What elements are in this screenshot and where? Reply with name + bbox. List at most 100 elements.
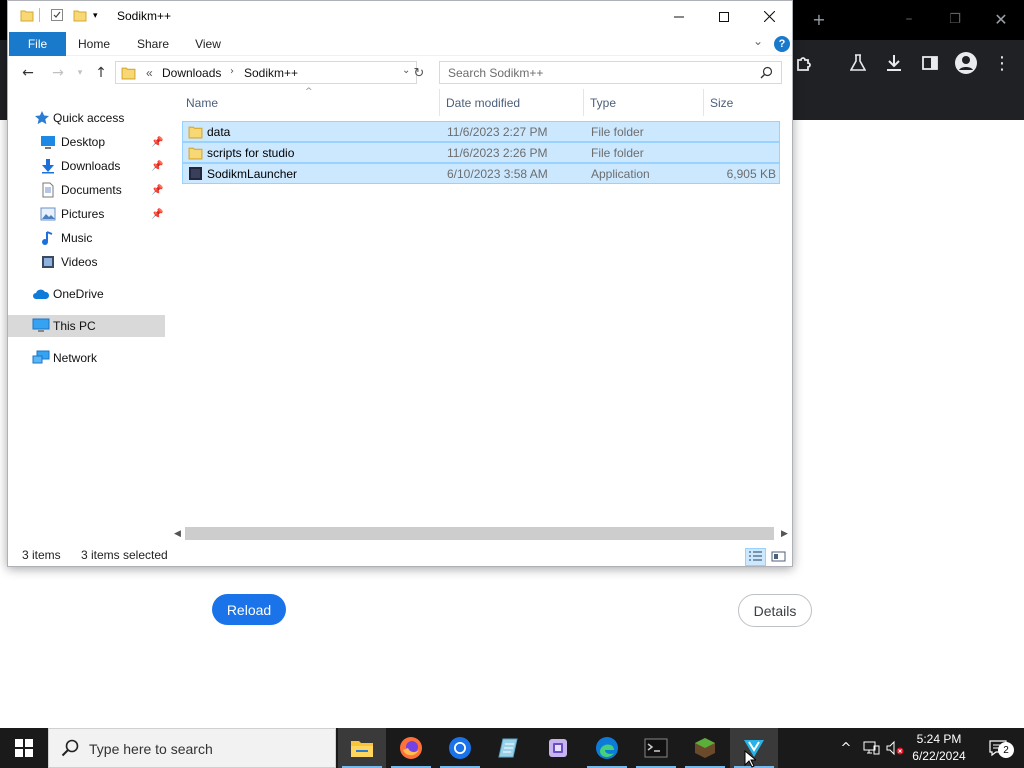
- scroll-right-arrow-icon[interactable]: ▶: [777, 525, 792, 542]
- nav-item-downloads[interactable]: Downloads 📌: [8, 155, 165, 177]
- forward-arrow-icon[interactable]: →: [48, 63, 68, 83]
- taskbar-clock[interactable]: 5:24 PM 6/22/2024: [904, 731, 974, 765]
- nav-label: Music: [61, 231, 93, 245]
- horizontal-scrollbar[interactable]: ◀ ▶: [170, 525, 792, 542]
- purple-app-icon[interactable]: [534, 728, 582, 768]
- file-date: 11/6/2023 2:27 PM: [447, 125, 548, 139]
- new-folder-icon[interactable]: [73, 8, 87, 22]
- browser-minimize-button[interactable]: –: [894, 6, 924, 32]
- browser-close-button[interactable]: ✕: [986, 6, 1016, 32]
- column-header-name[interactable]: Name: [186, 89, 218, 116]
- notes-icon[interactable]: [485, 728, 533, 768]
- status-bar: 3 items 3 items selected: [8, 543, 792, 566]
- column-divider[interactable]: [583, 89, 584, 116]
- file-row-scripts-for-studio[interactable]: scripts for studio 11/6/2023 2:26 PM Fil…: [182, 142, 780, 163]
- pin-icon[interactable]: 📌: [151, 209, 163, 220]
- new-tab-button[interactable]: +: [808, 8, 830, 30]
- title-bar: ▾ Sodikm++: [8, 1, 792, 32]
- customize-toolbar-chevron-icon[interactable]: ▾: [93, 11, 107, 25]
- terminal-icon[interactable]: [632, 728, 680, 768]
- file-name: data: [207, 125, 231, 139]
- nav-item-this-pc[interactable]: This PC: [8, 315, 165, 337]
- nav-item-documents[interactable]: Documents 📌: [8, 179, 165, 201]
- scrollbar-thumb[interactable]: [185, 527, 774, 540]
- nav-item-quick-access[interactable]: Quick access: [8, 107, 165, 129]
- address-overflow[interactable]: «: [146, 66, 153, 80]
- network-tray-icon[interactable]: [860, 728, 882, 768]
- tab-file[interactable]: File: [9, 32, 66, 56]
- nav-item-desktop[interactable]: Desktop 📌: [8, 131, 165, 153]
- file-explorer-window: ▾ Sodikm++ File Home Share View ⌄ ? ← → …: [7, 0, 793, 567]
- notification-center-icon[interactable]: 2: [978, 728, 1018, 768]
- browser-menu-icon[interactable]: ⋮: [991, 52, 1013, 74]
- volume-muted-icon[interactable]: [884, 728, 906, 768]
- tab-home[interactable]: Home: [71, 32, 117, 56]
- up-arrow-icon[interactable]: ↑: [91, 63, 111, 83]
- recent-locations-chevron-icon[interactable]: ▾: [70, 63, 90, 83]
- nav-item-videos[interactable]: Videos: [8, 251, 165, 273]
- file-date: 11/6/2023 2:26 PM: [447, 146, 548, 160]
- chrome-icon[interactable]: [436, 728, 484, 768]
- file-row-data[interactable]: data 11/6/2023 2:27 PM File folder: [182, 121, 780, 142]
- music-note-icon: [40, 230, 56, 246]
- nav-label: Desktop: [61, 135, 106, 149]
- file-size: 6,905 KB: [726, 167, 776, 181]
- column-header-size[interactable]: Size: [710, 89, 733, 116]
- separator: [39, 8, 40, 22]
- nav-label: Downloads: [61, 159, 121, 173]
- pin-icon[interactable]: 📌: [151, 185, 163, 196]
- taskbar-search-placeholder: Type here to search: [89, 741, 213, 757]
- nav-item-music[interactable]: Music: [8, 227, 165, 249]
- breadcrumb-downloads[interactable]: Downloads: [162, 66, 221, 80]
- taskbar-search-box[interactable]: Type here to search: [48, 728, 336, 768]
- labs-flask-icon[interactable]: [847, 52, 869, 74]
- file-row-sodikmlauncher[interactable]: SodikmLauncher 6/10/2023 3:58 AM Applica…: [182, 163, 780, 184]
- file-explorer-icon[interactable]: [338, 728, 386, 768]
- download-arrow-icon: [40, 158, 56, 174]
- column-divider[interactable]: [703, 89, 704, 116]
- edge-icon[interactable]: [583, 728, 631, 768]
- search-icon: [760, 66, 773, 82]
- column-divider[interactable]: [439, 89, 440, 116]
- nav-label: Videos: [61, 255, 98, 269]
- expand-ribbon-chevron-icon[interactable]: ⌄: [753, 34, 763, 48]
- browser-restore-button[interactable]: ❐: [940, 6, 970, 32]
- pin-icon[interactable]: 📌: [151, 137, 163, 148]
- minecraft-icon[interactable]: [681, 728, 729, 768]
- large-icons-view-icon[interactable]: [768, 548, 789, 566]
- refresh-icon[interactable]: ↻: [409, 63, 429, 83]
- profile-avatar-icon[interactable]: [953, 50, 979, 76]
- back-arrow-icon[interactable]: ←: [18, 63, 38, 83]
- nav-item-pictures[interactable]: Pictures 📌: [8, 203, 165, 225]
- minimize-button[interactable]: [656, 1, 701, 32]
- search-icon: [61, 739, 79, 760]
- nav-item-network[interactable]: Network: [8, 347, 165, 369]
- side-panel-icon[interactable]: [919, 52, 941, 74]
- show-hidden-icons-chevron-icon[interactable]: ^: [836, 728, 856, 768]
- help-button[interactable]: ?: [774, 36, 790, 52]
- column-header-date[interactable]: Date modified: [446, 89, 520, 116]
- nav-item-onedrive[interactable]: OneDrive: [8, 283, 165, 305]
- sort-ascending-icon: ^: [305, 87, 313, 97]
- tab-share[interactable]: Share: [130, 32, 176, 56]
- close-button[interactable]: [747, 1, 792, 32]
- windows-start-icon[interactable]: [0, 728, 48, 768]
- file-type: Application: [591, 167, 650, 181]
- download-icon[interactable]: [883, 52, 905, 74]
- videos-icon: [40, 254, 56, 270]
- address-bar[interactable]: « Downloads › Sodikm++ ⌄: [115, 61, 417, 84]
- pin-icon[interactable]: 📌: [151, 161, 163, 172]
- extensions-icon[interactable]: [793, 52, 815, 74]
- maximize-button[interactable]: [701, 1, 746, 32]
- details-button[interactable]: Details: [738, 594, 812, 627]
- tab-view[interactable]: View: [186, 32, 230, 56]
- search-box[interactable]: Search Sodikm++: [439, 61, 782, 84]
- properties-icon[interactable]: [50, 8, 64, 22]
- details-view-icon[interactable]: [745, 548, 766, 566]
- breadcrumb-sodikm[interactable]: Sodikm++: [244, 66, 298, 80]
- scroll-left-arrow-icon[interactable]: ◀: [170, 525, 185, 542]
- column-header-type[interactable]: Type: [590, 89, 616, 116]
- firefox-icon[interactable]: [387, 728, 435, 768]
- reload-button[interactable]: Reload: [212, 594, 286, 625]
- clock-date: 6/22/2024: [912, 749, 966, 763]
